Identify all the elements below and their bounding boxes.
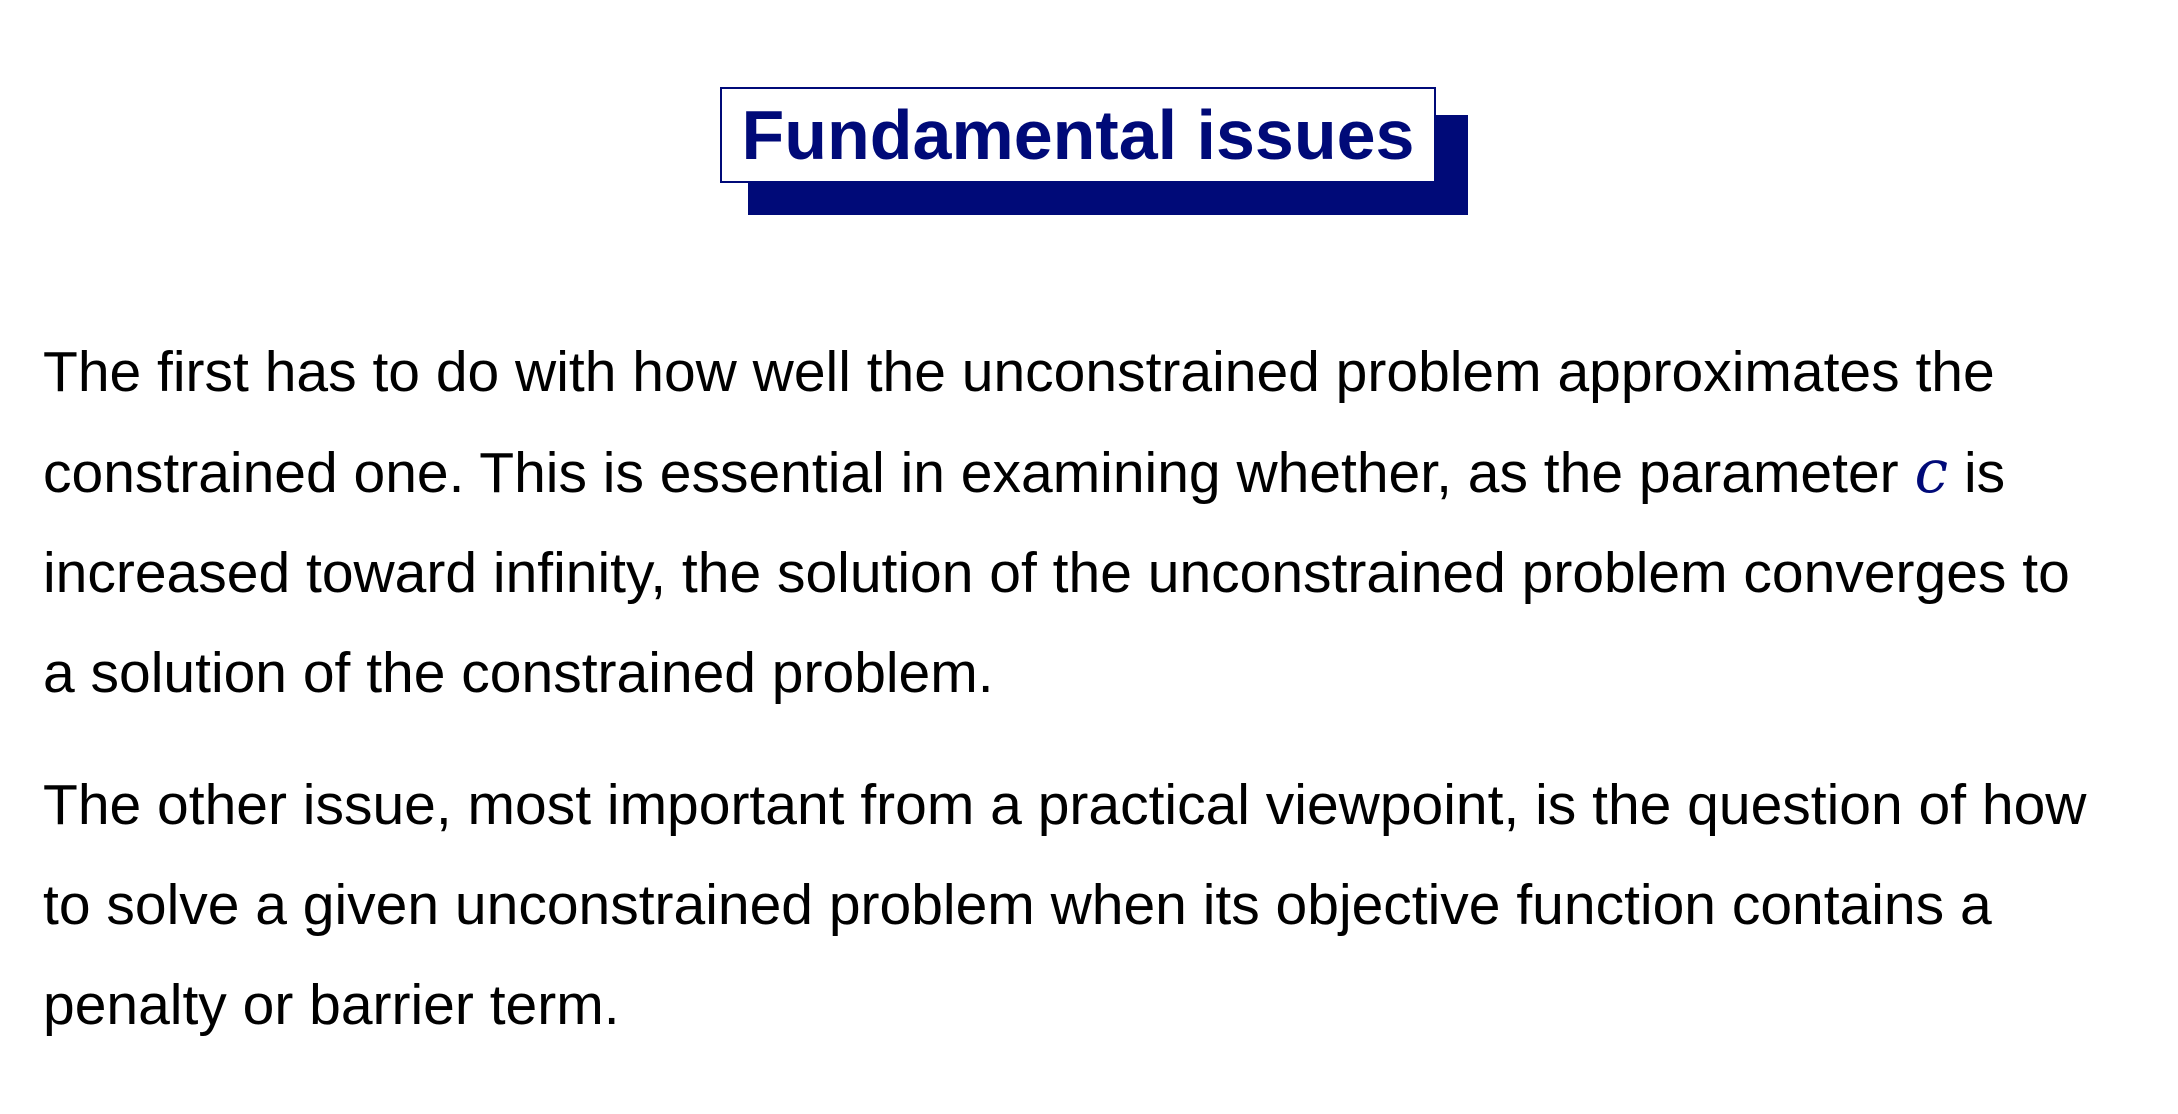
parameter-c: c: [1914, 437, 1949, 507]
paragraph-line: to solve a given unconstrained problem w…: [43, 873, 1992, 937]
slide-title: Fundamental issues: [741, 96, 1415, 174]
paragraph-line-text: is: [1963, 441, 2006, 505]
paragraph-line: increased toward infinity, the solution …: [43, 541, 2070, 605]
paragraph-line: penalty or barrier term.: [43, 973, 620, 1037]
slide-title-block: Fundamental issues: [720, 87, 1472, 217]
paragraph-line: The other issue, most important from a p…: [43, 773, 2087, 837]
paragraph-line-text: constrained one. This is essential in ex…: [43, 441, 1899, 505]
paragraph-line: constrained one. This is essential in ex…: [43, 422, 2143, 523]
paragraph-second-issue: The other issue, most important from a p…: [43, 755, 2143, 1055]
paragraph-first-issue: The first has to do with how well the un…: [43, 322, 2143, 723]
paragraph-line: a solution of the constrained problem.: [43, 641, 994, 705]
slide-body: The first has to do with how well the un…: [43, 322, 2143, 1055]
paragraph-line: The first has to do with how well the un…: [43, 340, 1995, 404]
title-box: Fundamental issues: [720, 87, 1436, 183]
